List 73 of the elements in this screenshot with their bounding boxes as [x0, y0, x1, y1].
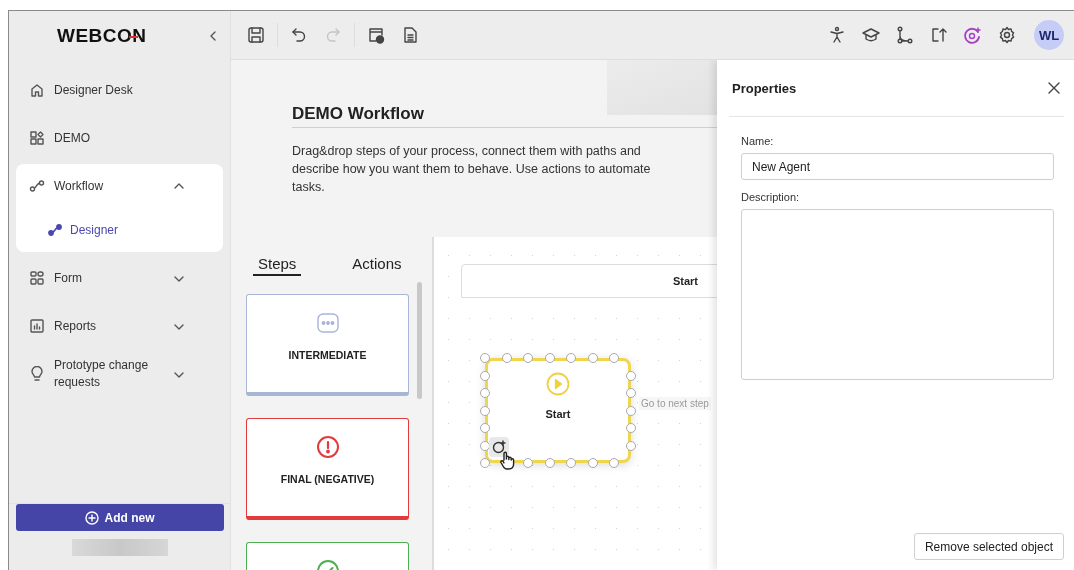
panel-tab[interactable]: Actions [347, 254, 407, 276]
nodes-icon [48, 223, 62, 237]
accessibility-icon[interactable] [828, 26, 846, 44]
collapse-chevron-icon[interactable] [208, 29, 218, 42]
document-icon[interactable] [401, 26, 419, 44]
page-title: DEMO Workflow [292, 104, 717, 128]
home-icon [29, 82, 45, 98]
connection-handle[interactable] [480, 388, 490, 398]
nav-item[interactable]: Designer Desk [16, 68, 223, 112]
nav-item[interactable]: Workflow [16, 164, 223, 208]
remove-selected-button[interactable]: Remove selected object [913, 533, 1064, 560]
path-label: Go to next step [639, 397, 711, 410]
swimlane-header: Start [461, 264, 717, 298]
layout-icon [29, 270, 45, 286]
grid-icon [29, 130, 45, 146]
connection-handle[interactable] [609, 458, 619, 468]
dots-icon [315, 311, 340, 335]
play-icon [546, 372, 570, 396]
nav-subitem[interactable]: Designer [16, 208, 223, 252]
connection-handle[interactable] [480, 405, 490, 416]
nav-item[interactable]: Form [16, 256, 223, 300]
field-label: Description: [741, 191, 801, 203]
connection-handle[interactable] [587, 458, 598, 468]
page-description: Drag&drop steps of your process, connect them with paths and describe how you want them to behave. Use actions to automate tasks. [292, 143, 652, 196]
nodes-icon [29, 178, 45, 194]
graduation-cap-icon[interactable] [862, 26, 880, 44]
connection-handle[interactable] [544, 353, 555, 363]
add-new-button[interactable]: Add new [15, 504, 224, 531]
window-upload-icon[interactable] [367, 26, 385, 44]
connection-handle[interactable] [626, 370, 636, 381]
step-type-card[interactable]: INTERMEDIATE [246, 294, 409, 396]
panel-tab[interactable]: Steps [253, 254, 302, 276]
nav-item[interactable]: Reports [16, 304, 223, 348]
connection-handle[interactable] [609, 353, 619, 363]
connection-handle[interactable] [626, 440, 636, 451]
logo: WEBCON [57, 24, 147, 47]
exclamation-icon [315, 435, 340, 459]
connection-handle[interactable] [626, 388, 636, 398]
connection-handle[interactable] [523, 353, 533, 363]
connection-handle[interactable] [480, 353, 490, 363]
ai-sparkle-icon [492, 440, 506, 454]
export-icon[interactable] [930, 26, 948, 44]
panel-title: Properties [732, 80, 797, 96]
connection-handle[interactable] [587, 353, 598, 363]
connection-handle[interactable] [480, 370, 490, 381]
step-type-card[interactable]: FINAL (NEGATIVE) [246, 418, 409, 520]
nav-item[interactable]: DEMO [16, 116, 223, 160]
connection-handle[interactable] [501, 353, 512, 363]
ai-sparkle-icon[interactable] [964, 26, 982, 44]
save-icon[interactable] [247, 26, 265, 44]
hand-cursor-icon [499, 451, 516, 471]
name-field[interactable]: New Agent [741, 153, 1054, 180]
connection-handle[interactable] [626, 423, 636, 433]
connection-handle[interactable] [626, 405, 636, 416]
close-icon[interactable] [1048, 82, 1060, 94]
connection-handle[interactable] [523, 458, 533, 468]
settings-icon[interactable] [998, 26, 1016, 44]
connection-handle[interactable] [566, 458, 576, 468]
plus-circle-icon [84, 510, 99, 525]
description-field[interactable] [741, 209, 1054, 380]
field-label: Name: [741, 135, 775, 147]
nav-item[interactable]: Prototype change requests [16, 352, 223, 396]
chart-icon [29, 318, 45, 334]
lightbulb-icon [29, 366, 45, 382]
branch-icon[interactable] [896, 26, 914, 44]
connection-handle[interactable] [544, 458, 555, 468]
connection-handle[interactable] [480, 423, 490, 433]
connection-handle[interactable] [480, 458, 490, 468]
agent-button[interactable] [489, 437, 509, 457]
user-avatar[interactable]: WL [1034, 20, 1064, 50]
scrollbar[interactable] [417, 282, 422, 399]
connection-handle[interactable] [566, 353, 576, 363]
undo-icon[interactable] [290, 26, 308, 44]
